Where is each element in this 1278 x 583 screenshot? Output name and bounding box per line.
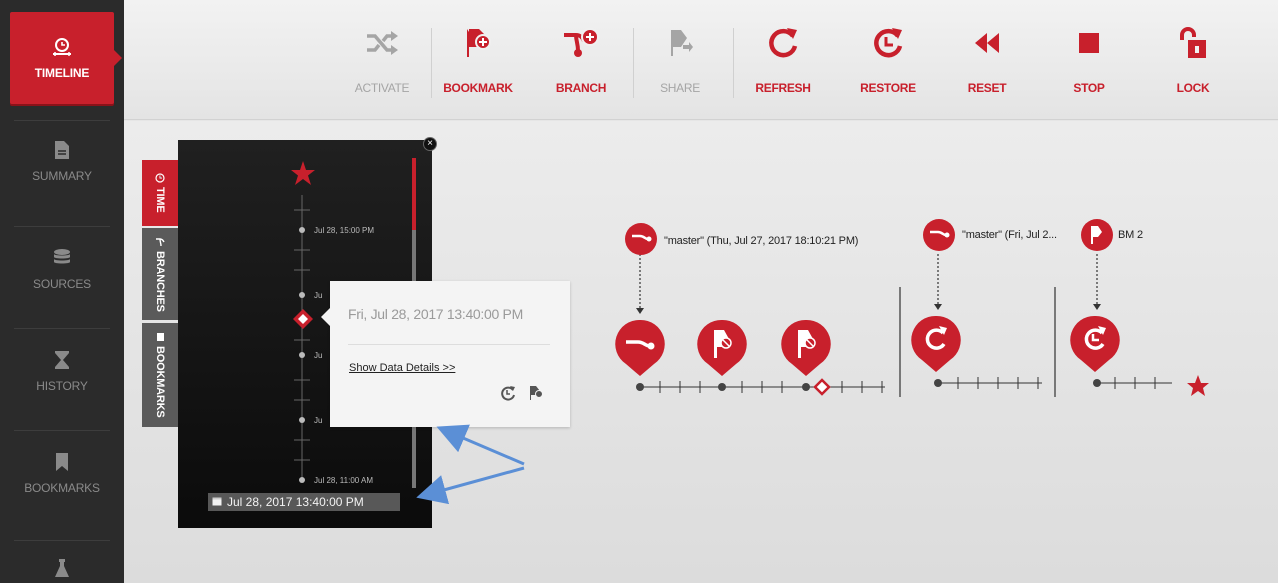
share-label: SHARE (660, 81, 700, 95)
divider (431, 28, 432, 98)
bookmark-label: BOOKMARK (443, 81, 513, 95)
tab-branches[interactable]: BRANCHES (142, 228, 178, 320)
sidebar-item-label: SOURCES (33, 277, 91, 291)
branch-add-icon (562, 22, 600, 64)
tick-label: Ju (314, 291, 323, 300)
close-icon[interactable]: × (423, 137, 437, 151)
branch-marker-icon[interactable] (614, 318, 666, 385)
sidebar-item-more[interactable] (10, 558, 114, 581)
sidebar-item-sources[interactable]: SOURCES (10, 248, 114, 291)
sidebar-item-history[interactable]: HISTORY (10, 350, 114, 393)
rewind-icon (973, 22, 1001, 64)
sidebar-item-label: TIMELINE (34, 65, 90, 80)
divider (348, 344, 550, 345)
sidebar: TIMELINE SUMMARY SOURCES HISTORY BOOKMAR… (0, 0, 124, 583)
divider (633, 28, 634, 98)
annotation-arrows (416, 424, 525, 505)
show-data-details-link[interactable]: Show Data Details >> (349, 362, 455, 374)
reset-button[interactable]: RESET (947, 22, 1027, 95)
shuffle-icon (365, 22, 399, 64)
database-icon (53, 248, 71, 271)
sidebar-item-label: SUMMARY (32, 169, 92, 183)
sidebar-item-bookmarks[interactable]: BOOKMARKS (10, 452, 114, 495)
bookmark-label: BM 2 (1118, 229, 1143, 241)
divider (14, 226, 110, 227)
lock-label: LOCK (1176, 81, 1210, 95)
activate-label: ACTIVATE (354, 81, 410, 95)
tab-label: BRANCHES (154, 250, 166, 312)
lock-button[interactable]: LOCK (1153, 22, 1233, 95)
bookmark-button[interactable]: BOOKMARK (438, 22, 518, 95)
sidebar-item-label: BOOKMARKS (24, 481, 100, 495)
sidebar-item-summary[interactable]: SUMMARY (10, 140, 114, 183)
bookmark-pin-icon[interactable] (1080, 218, 1114, 257)
branch-icon (154, 237, 166, 247)
sidebar-item-timeline[interactable]: TIMELINE (10, 12, 122, 104)
tab-time[interactable]: TIME (142, 160, 178, 226)
tab-label: TIME (154, 187, 166, 213)
bookmark-icon (154, 332, 166, 342)
restore-icon[interactable] (500, 385, 516, 406)
refresh-label: REFRESH (755, 81, 811, 95)
divider (14, 430, 110, 431)
divider (733, 28, 734, 98)
restore-label: RESTORE (860, 81, 916, 95)
share-button[interactable]: SHARE (640, 22, 720, 95)
tick-label: Ju (314, 416, 323, 425)
share-icon (667, 22, 693, 64)
bookmark-marker-icon[interactable] (696, 318, 748, 385)
reset-label: RESET (967, 81, 1007, 95)
flask-icon (54, 558, 70, 581)
divider (14, 328, 110, 329)
selected-marker-icon[interactable] (292, 308, 314, 335)
branch-label: "master" (Thu, Jul 27, 2017 18:10:21 PM) (664, 235, 859, 247)
divider (14, 540, 110, 541)
unlock-icon (1178, 22, 1208, 64)
clock-icon (154, 173, 166, 183)
details-popover: Fri, Jul 28, 2017 13:40:00 PM Show Data … (321, 281, 570, 427)
branch-button[interactable]: BRANCH (541, 22, 621, 95)
stop-icon (1077, 22, 1101, 64)
refresh-button[interactable]: REFRESH (743, 22, 823, 95)
hourglass-icon (54, 350, 70, 373)
refresh-icon (767, 22, 799, 64)
calendar-icon (212, 495, 222, 509)
refresh-marker-icon[interactable] (910, 314, 962, 381)
tick-label: Jul 28, 15:00 PM (314, 226, 375, 235)
branch-pin-icon[interactable] (624, 222, 658, 261)
bookmark-marker-icon[interactable] (780, 318, 832, 385)
scrollbar-thumb[interactable] (412, 158, 416, 230)
tick-label: Ju (314, 351, 323, 360)
restore-button[interactable]: RESTORE (848, 22, 928, 95)
restore-icon (872, 22, 904, 64)
tab-label: BOOKMARKS (154, 346, 166, 418)
bookmark-add-icon (463, 22, 493, 64)
restore-marker-icon[interactable] (1069, 314, 1121, 381)
date-value: Jul 28, 2017 13:40:00 PM (227, 495, 364, 509)
stop-button[interactable]: STOP (1049, 22, 1129, 95)
tab-bookmarks[interactable]: BOOKMARKS (142, 323, 178, 427)
divider (14, 120, 110, 121)
popover-date: Fri, Jul 28, 2017 13:40:00 PM (348, 306, 523, 322)
branch-label: "master" (Fri, Jul 2... (962, 229, 1057, 241)
bookmark-add-icon[interactable] (528, 385, 544, 406)
sidebar-item-label: HISTORY (36, 379, 88, 393)
stop-label: STOP (1073, 81, 1105, 95)
activate-button[interactable]: ACTIVATE (342, 22, 422, 95)
star-icon (290, 160, 316, 191)
tick-label: Jul 28, 11:00 AM (314, 476, 373, 485)
document-icon (54, 140, 70, 163)
date-input[interactable]: Jul 28, 2017 13:40:00 PM (208, 493, 400, 511)
branch-label: BRANCH (555, 81, 607, 95)
bookmark-icon (55, 452, 69, 475)
timeline-icon (51, 37, 73, 60)
branch-pin-icon[interactable] (922, 218, 956, 257)
